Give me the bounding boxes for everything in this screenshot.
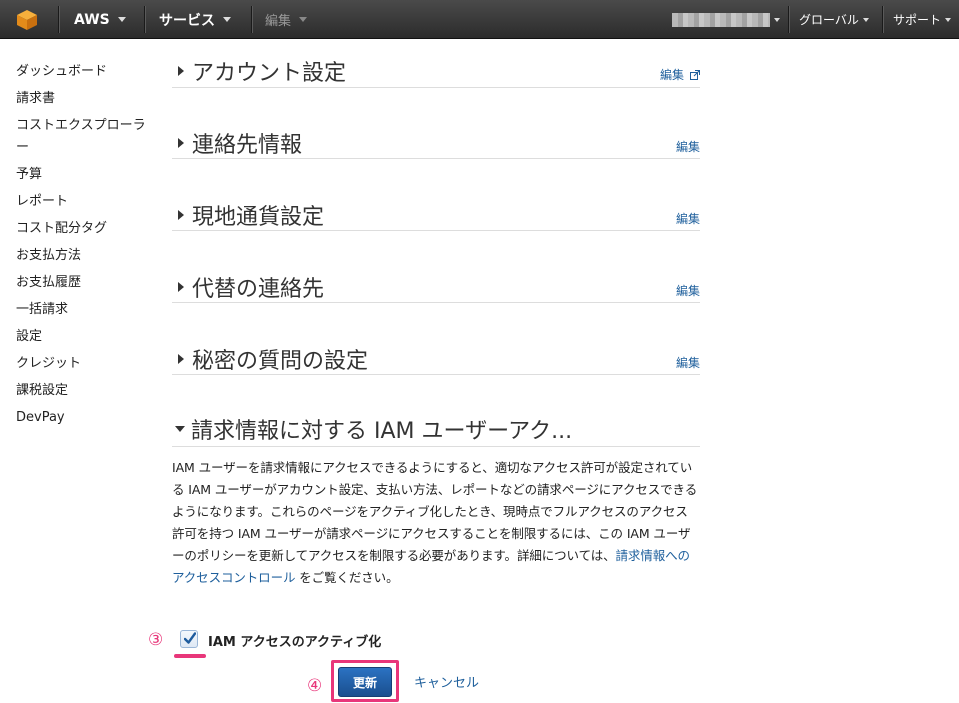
support-menu[interactable]: サポート	[893, 0, 952, 39]
chevron-down-icon	[862, 17, 869, 22]
edit-account-settings-link[interactable]: 編集	[660, 66, 700, 83]
sidebar-item-bills[interactable]: 請求書	[16, 85, 156, 112]
edit-local-currency-link[interactable]: 編集	[676, 210, 700, 227]
section-iam-access: 請求情報に対する IAM ユーザーアク...	[172, 413, 700, 447]
chevron-down-icon	[774, 17, 780, 22]
chevron-down-icon	[117, 17, 126, 22]
section-local-currency: 現地通貨設定 編集	[172, 199, 700, 231]
sidebar-item-devpay[interactable]: DevPay	[16, 404, 156, 431]
caret-right-icon	[178, 138, 184, 148]
section-alternate-contacts: 代替の連絡先 編集	[172, 271, 700, 303]
iam-access-checkbox[interactable]	[180, 630, 198, 648]
cancel-link[interactable]: キャンセル	[414, 672, 479, 691]
iam-description-tail: をご覧ください。	[295, 570, 399, 585]
sidebar-item-reports[interactable]: レポート	[16, 188, 156, 215]
sidebar-item-consolidated-billing[interactable]: 一括請求	[16, 296, 156, 323]
caret-right-icon	[178, 210, 184, 220]
aws-cube-icon	[17, 9, 37, 30]
section-title: 代替の連絡先	[192, 277, 325, 302]
section-title: 請求情報に対する IAM ユーザーアク...	[191, 419, 573, 444]
section-security-questions: 秘密の質問の設定 編集	[172, 343, 700, 375]
section-title: 秘密の質問の設定	[192, 349, 369, 374]
sidebar-item-payment-methods[interactable]: お支払方法	[16, 242, 156, 269]
region-menu-label: グローバル	[799, 13, 859, 27]
sidebar-item-cost-explorer[interactable]: コストエクスプローラー	[16, 112, 156, 161]
update-button[interactable]: 更新	[338, 667, 392, 697]
annotation-underline	[174, 654, 206, 658]
aws-logo[interactable]	[16, 0, 38, 39]
chevron-down-icon	[299, 17, 308, 22]
caret-down-icon	[175, 426, 185, 432]
section-account-settings: アカウント設定 編集	[172, 55, 700, 88]
edit-menu[interactable]: 編集	[265, 0, 308, 39]
checkmark-icon	[184, 632, 196, 644]
edit-menu-label: 編集	[265, 14, 292, 29]
caret-right-icon	[178, 282, 184, 292]
sidebar-item-payment-history[interactable]: お支払履歴	[16, 269, 156, 296]
sidebar-item-dashboard[interactable]: ダッシュボード	[16, 58, 156, 85]
sidebar-item-preferences[interactable]: 設定	[16, 323, 156, 350]
sidebar-item-tax-settings[interactable]: 課税設定	[16, 377, 156, 404]
edit-contact-info-link[interactable]: 編集	[676, 138, 700, 155]
account-name-redacted	[672, 12, 770, 27]
section-contact-info: 連絡先情報 編集	[172, 127, 700, 159]
edit-label: 編集	[659, 68, 684, 82]
aws-menu[interactable]: AWS	[74, 0, 126, 39]
external-link-icon	[690, 69, 700, 80]
sidebar-item-cost-allocation-tags[interactable]: コスト配分タグ	[16, 215, 156, 242]
section-title: 現地通貨設定	[192, 205, 325, 230]
services-menu[interactable]: サービス	[159, 0, 231, 39]
section-contact-info-toggle[interactable]: 連絡先情報	[172, 127, 302, 159]
edit-security-questions-link[interactable]: 編集	[676, 354, 700, 371]
section-account-settings-toggle[interactable]: アカウント設定	[172, 55, 346, 87]
account-menu[interactable]	[672, 0, 780, 39]
section-local-currency-toggle[interactable]: 現地通貨設定	[172, 199, 324, 231]
sidebar-item-budgets[interactable]: 予算	[16, 161, 156, 188]
iam-description: IAM ユーザーを請求情報にアクセスできるようにすると、適切なアクセス許可が設定…	[172, 457, 700, 589]
top-nav-bar: AWS サービス 編集 グローバル サポート	[0, 0, 959, 39]
section-security-questions-toggle[interactable]: 秘密の質問の設定	[172, 343, 368, 375]
section-title: 連絡先情報	[192, 133, 303, 158]
caret-right-icon	[178, 66, 184, 76]
region-menu[interactable]: グローバル	[799, 0, 869, 39]
step-3-annotation: ③	[148, 630, 164, 650]
chevron-down-icon	[223, 17, 231, 22]
section-iam-access-toggle[interactable]: 請求情報に対する IAM ユーザーアク...	[172, 413, 572, 445]
caret-right-icon	[178, 354, 184, 364]
sidebar-item-credits[interactable]: クレジット	[16, 350, 156, 377]
aws-menu-label: AWS	[74, 11, 110, 28]
section-alternate-contacts-toggle[interactable]: 代替の連絡先	[172, 271, 324, 303]
step-4-annotation: ④	[307, 676, 323, 696]
chevron-down-icon	[945, 17, 952, 22]
iam-access-checkbox-label: IAM アクセスのアクティブ化	[208, 635, 382, 650]
edit-alternate-contacts-link[interactable]: 編集	[676, 282, 700, 299]
services-menu-label: サービス	[159, 12, 215, 29]
sidebar-nav: ダッシュボード 請求書 コストエクスプローラー 予算 レポート コスト配分タグ …	[16, 58, 156, 431]
support-menu-label: サポート	[893, 13, 942, 27]
section-title: アカウント設定	[192, 61, 347, 86]
